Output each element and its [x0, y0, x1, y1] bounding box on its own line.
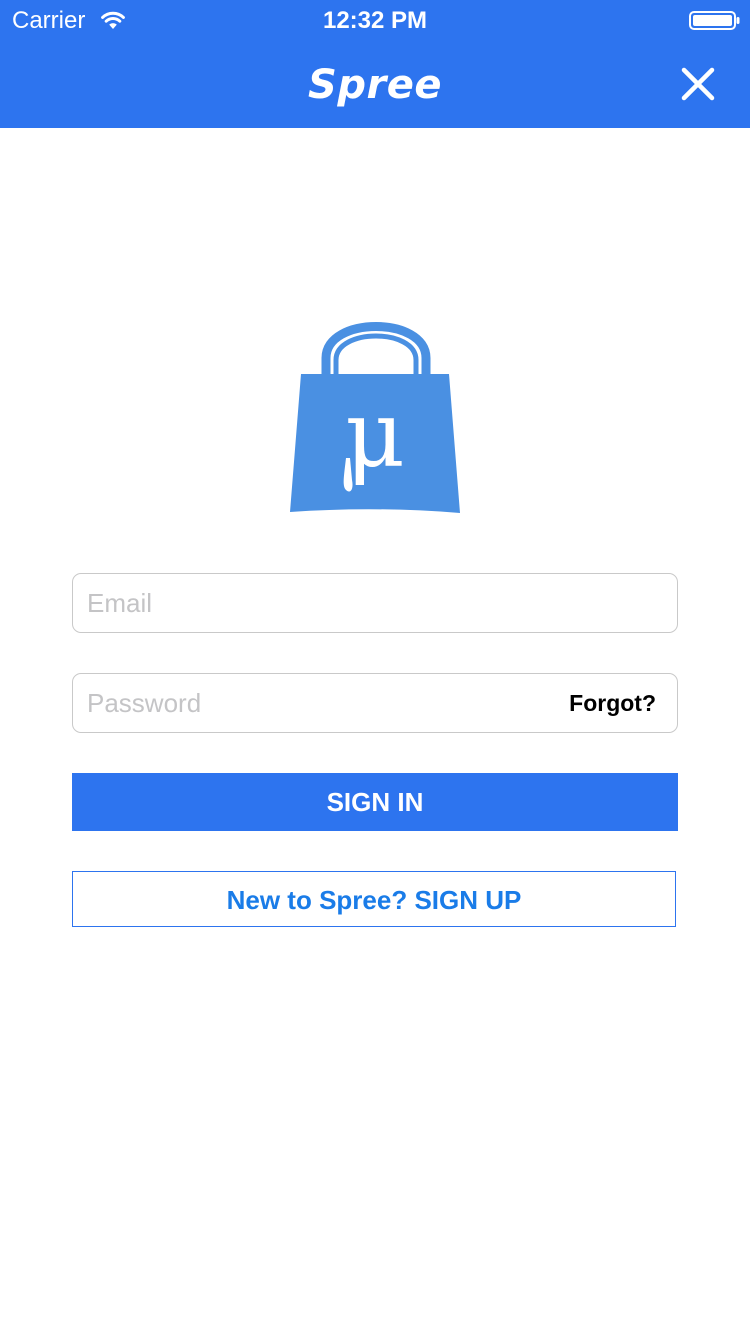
header: Carrier 12:32 PM Spree	[0, 0, 750, 128]
status-bar: Carrier 12:32 PM	[0, 0, 750, 40]
email-field[interactable]	[72, 573, 678, 633]
app-title: Spree	[308, 62, 442, 108]
password-input[interactable]	[87, 674, 547, 732]
login-screen: Carrier 12:32 PM Spree μ Email Forgot? S…	[0, 0, 750, 1334]
email-input[interactable]	[87, 574, 663, 632]
logo-glyph: μ	[345, 381, 405, 488]
sign-up-button[interactable]: New to Spree? SIGN UP	[72, 871, 676, 927]
shopping-bag-logo-icon: μ	[286, 318, 464, 518]
password-field[interactable]: Forgot?	[72, 673, 678, 733]
close-button[interactable]	[668, 54, 728, 114]
forgot-password-link[interactable]: Forgot?	[569, 689, 656, 717]
nav-bar: Spree	[0, 40, 750, 128]
status-time: 12:32 PM	[322, 7, 428, 34]
close-icon	[668, 54, 728, 114]
sign-in-button[interactable]: SIGN IN	[72, 773, 678, 831]
battery-icon	[689, 11, 741, 30]
